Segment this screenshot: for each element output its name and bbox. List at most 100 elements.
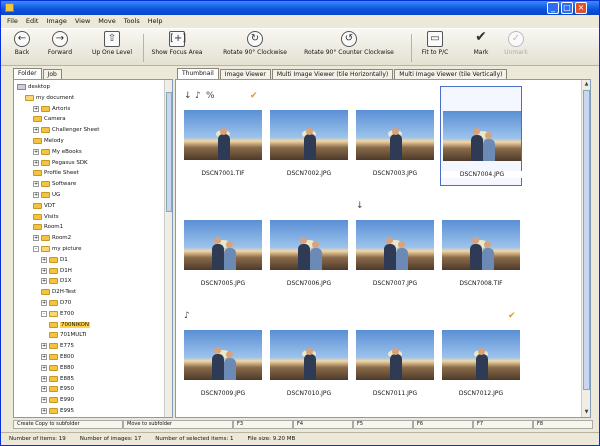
tree-node[interactable]: + E995	[41, 407, 74, 415]
expand-icon[interactable]: +	[41, 300, 47, 306]
thumbnail-item[interactable]: DSCN7008.TIF	[440, 196, 522, 296]
tree-node[interactable]: + Room2	[33, 234, 71, 242]
expand-icon[interactable]: +	[41, 386, 47, 393]
tree-node[interactable]: VDT	[33, 202, 55, 210]
thumbnail-image[interactable]	[356, 110, 434, 160]
expand-icon[interactable]: +	[41, 364, 47, 371]
tree-node[interactable]: + E800	[41, 353, 74, 361]
minimize-button[interactable]: _	[547, 2, 559, 14]
expand-icon[interactable]: +	[41, 278, 47, 285]
thumbnail-image[interactable]	[442, 220, 520, 270]
tree-node[interactable]: + E990	[41, 396, 74, 404]
tree-node[interactable]: + D70	[41, 299, 71, 307]
fit-to-pc-button[interactable]: ▭ Fit to P/C	[415, 31, 455, 56]
thumbnail-image[interactable]	[184, 330, 262, 380]
tree-node[interactable]: + E950	[41, 385, 74, 393]
tree-node[interactable]: + My eBooks	[33, 148, 82, 156]
tab-thumbnail[interactable]: Thumbnail	[177, 68, 219, 79]
expand-icon[interactable]: +	[33, 148, 39, 155]
forward-button[interactable]: → Forward	[45, 31, 75, 56]
thumbnail-item[interactable]: DSCN7003.JPG	[354, 86, 436, 186]
thumbnail-item[interactable]: ♪ DSCN7009.JPG	[182, 306, 264, 406]
f2-move-subfolder[interactable]: Move to subfolder	[123, 420, 233, 429]
tree-node[interactable]: + E775	[41, 342, 74, 350]
unmark-button[interactable]: ✓ Unmark	[501, 31, 531, 56]
tree-node[interactable]: + Software	[33, 180, 76, 188]
expand-icon[interactable]: +	[41, 408, 47, 414]
thumbnail-image[interactable]	[270, 220, 348, 270]
tree-scrollbar[interactable]	[164, 80, 172, 417]
thumbnail-item[interactable]: DSCN7004.JPG	[440, 86, 523, 186]
collapse-icon[interactable]: -	[41, 310, 47, 317]
f1-create-copy[interactable]: Create Copy to subfolder	[13, 420, 123, 429]
thumbnail-image[interactable]	[184, 110, 262, 160]
tree-node[interactable]: desktop	[17, 83, 50, 91]
tree-node[interactable]: - E700	[41, 310, 74, 318]
tab-image-viewer[interactable]: Image Viewer	[219, 69, 271, 79]
tree-node[interactable]: + E885	[41, 375, 74, 383]
menu-edit[interactable]: Edit	[26, 16, 39, 27]
expand-icon[interactable]: +	[41, 267, 47, 274]
tab-multi-vertical[interactable]: Multi Image Viewer (tile Vertically)	[394, 69, 508, 79]
tab-job[interactable]: Job	[42, 69, 62, 79]
thumbnail-item[interactable]: DSCN7010.JPG	[268, 306, 350, 406]
tree-node[interactable]: Visits	[33, 213, 59, 221]
f4-key[interactable]: F4	[293, 420, 353, 429]
thumbnail-image[interactable]	[443, 111, 521, 161]
thumbnail-scroll-thumb[interactable]	[583, 90, 590, 390]
menu-file[interactable]: File	[7, 16, 18, 27]
menu-image[interactable]: Image	[46, 16, 66, 27]
f7-key[interactable]: F7	[473, 420, 533, 429]
thumbnail-item[interactable]: DSCN7006.JPG	[268, 196, 350, 296]
up-one-level-button[interactable]: ⇧ Up One Level	[87, 31, 137, 56]
expand-icon[interactable]: +	[33, 192, 39, 198]
thumbnail-item[interactable]: DSCN7005.JPG	[182, 196, 264, 296]
thumbnail-item[interactable]: DSCN7002.JPG	[268, 86, 350, 186]
thumbnail-scrollbar[interactable]: ▲ ▼	[581, 80, 590, 417]
mark-button[interactable]: ✔ Mark	[467, 30, 495, 56]
tab-multi-horizontal[interactable]: Multi Image Viewer (tile Horizontally)	[271, 69, 394, 79]
thumbnail-image[interactable]	[270, 330, 348, 380]
f8-key[interactable]: F8	[533, 420, 593, 429]
f3-key[interactable]: F3	[233, 420, 293, 429]
expand-icon[interactable]: +	[33, 235, 39, 242]
expand-icon[interactable]: +	[41, 397, 47, 404]
expand-icon[interactable]: +	[33, 105, 39, 112]
f6-key[interactable]: F6	[413, 420, 473, 429]
menu-view[interactable]: View	[75, 16, 90, 27]
expand-icon[interactable]: +	[41, 354, 47, 360]
tree-node[interactable]: + D1X	[41, 277, 72, 285]
maximize-button[interactable]: □	[561, 2, 573, 14]
tree-node[interactable]: + Artoris	[33, 105, 70, 113]
scroll-down-icon[interactable]: ▼	[583, 409, 590, 416]
expand-icon[interactable]: +	[33, 181, 39, 188]
thumbnail-item[interactable]: ↓ DSCN7007.JPG	[354, 196, 436, 296]
menu-tools[interactable]: Tools	[124, 16, 140, 27]
rotate-counter-clockwise-button[interactable]: ↺ Rotate 90° Counter Clockwise	[299, 31, 399, 56]
collapse-icon[interactable]: -	[33, 246, 39, 252]
thumbnail-image[interactable]	[356, 330, 434, 380]
rotate-clockwise-button[interactable]: ↻ Rotate 90° Clockwise	[219, 31, 291, 56]
thumbnail-item[interactable]: DSCN7011.JPG	[354, 306, 436, 406]
tree-node[interactable]: Room1	[33, 223, 63, 231]
expand-icon[interactable]: +	[33, 127, 39, 134]
tree-node[interactable]: + D1	[41, 256, 68, 264]
thumbnail-image[interactable]	[356, 220, 434, 270]
tree-node[interactable]: D2H-Test	[41, 288, 76, 296]
tree-scroll-thumb[interactable]	[166, 92, 172, 212]
tree-node[interactable]: + UG	[33, 191, 60, 199]
menu-help[interactable]: Help	[148, 16, 163, 27]
tree-node[interactable]: Melody	[33, 137, 64, 145]
tree-node[interactable]: 701MULTI	[49, 331, 87, 339]
expand-icon[interactable]: +	[41, 343, 47, 350]
expand-icon[interactable]: +	[33, 159, 39, 166]
expand-icon[interactable]: +	[41, 375, 47, 382]
scroll-up-icon[interactable]: ▲	[583, 81, 590, 88]
thumbnail-image[interactable]	[184, 220, 262, 270]
thumbnail-item[interactable]: ✔ DSCN7012.JPG	[440, 306, 522, 406]
thumbnail-image[interactable]	[442, 330, 520, 380]
back-button[interactable]: ← Back	[9, 31, 35, 56]
tree-node[interactable]: Camera	[33, 115, 66, 123]
show-focus-area-button[interactable]: [+] Show Focus Area	[147, 31, 207, 56]
tab-folder[interactable]: Folder	[13, 68, 42, 79]
